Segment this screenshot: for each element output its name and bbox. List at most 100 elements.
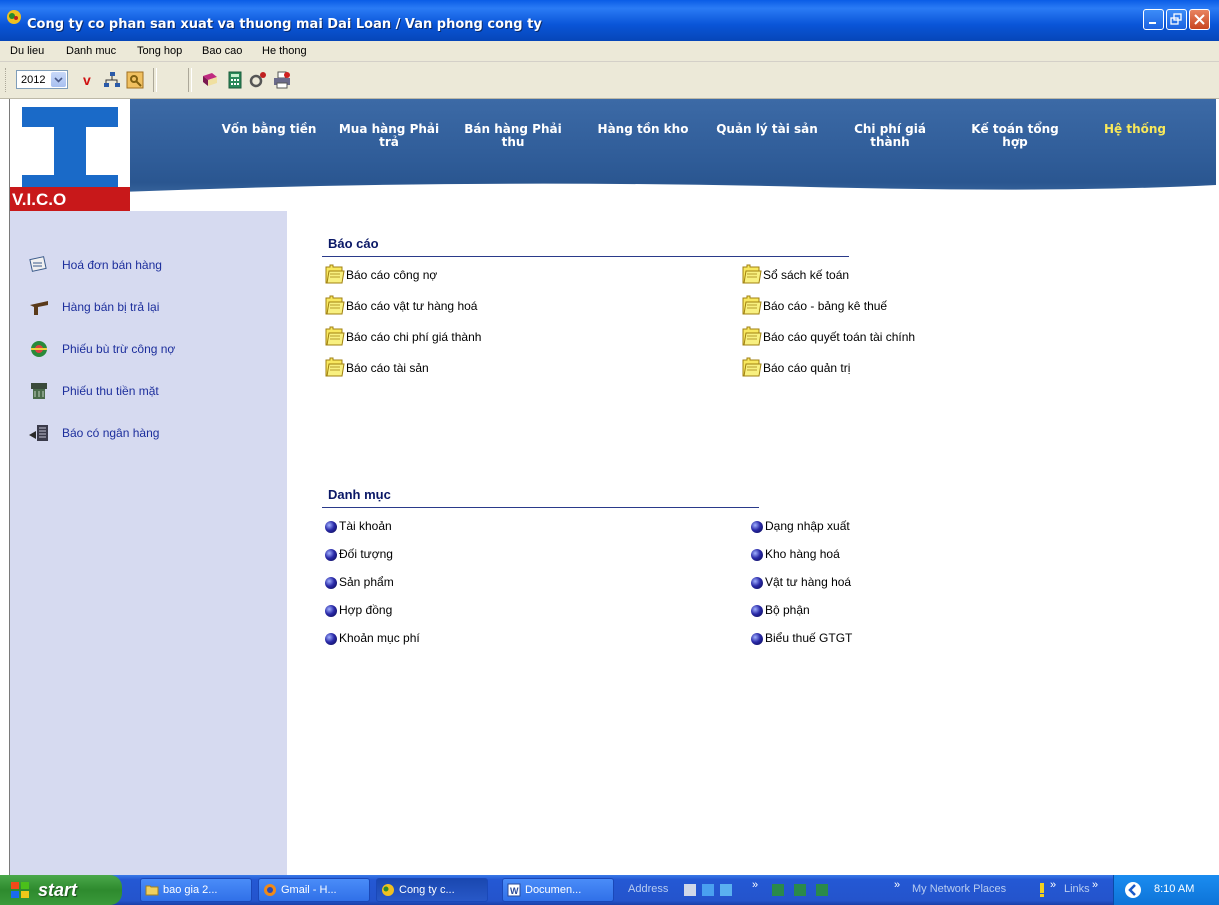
catalog-label: Sản phẩm	[339, 575, 394, 589]
report-label: Báo cáo quản trị	[763, 361, 851, 375]
menu-du-lieu[interactable]: Du lieu	[10, 45, 44, 57]
bullet-icon	[751, 577, 763, 589]
catalog-label: Biểu thuế GTGT	[765, 631, 853, 645]
close-icon	[1194, 14, 1205, 25]
catalog-label: Kho hàng hoá	[765, 547, 840, 561]
chevron-down-icon[interactable]	[51, 72, 66, 87]
cash-receipt-icon	[31, 383, 47, 399]
toolbar-separator	[188, 68, 192, 92]
svg-text:v: v	[83, 72, 91, 88]
bank-credit-icon	[29, 425, 48, 441]
report-folder-icon	[325, 264, 345, 284]
offset-icon	[31, 341, 47, 357]
report-label: Báo cáo quyết toán tài chính	[763, 330, 916, 344]
network-icon[interactable]	[102, 70, 122, 90]
bullet-icon	[325, 577, 337, 589]
exclamation-icon[interactable]	[1036, 882, 1048, 898]
year-select[interactable]: 2012	[16, 70, 68, 89]
chevron-expand-icon[interactable]: »	[894, 879, 900, 891]
close-button[interactable]	[1189, 9, 1210, 30]
app-icon	[382, 884, 394, 896]
toolbar: 2012 v	[0, 62, 1219, 99]
book-icon[interactable]	[200, 70, 220, 90]
task-document[interactable]: W Documen...	[502, 878, 614, 902]
nav-quan-ly-tai-san[interactable]: Quản lý tài sản	[710, 123, 824, 136]
reports-divider	[322, 256, 849, 257]
nav-chi-phi-gia-thanh[interactable]: Chi phí giá thành	[842, 123, 938, 149]
task-gmail[interactable]: Gmail - H...	[258, 878, 370, 902]
nav-ban-hang-phai-thu[interactable]: Bán hàng Phải thu	[458, 123, 568, 149]
bullet-icon	[325, 521, 337, 533]
menu-he-thong[interactable]: He thong	[262, 45, 307, 57]
catalog-label: Hợp đồng	[339, 603, 393, 617]
report-label: Báo cáo vật tư hàng hoá	[346, 299, 478, 313]
chevron-expand-icon[interactable]: »	[1092, 879, 1098, 891]
nav-he-thong[interactable]: Hệ thống	[1090, 123, 1180, 136]
menu-tong-hop[interactable]: Tong hop	[137, 45, 182, 57]
window-title: Cong ty co phan san xuat va thuong mai D…	[27, 17, 542, 32]
chevron-expand-icon[interactable]: »	[752, 879, 758, 891]
catalog-label: Dạng nhập xuất	[765, 519, 850, 533]
catalog-label: Tài khoản	[339, 519, 392, 533]
start-button[interactable]: start	[0, 875, 122, 905]
address-label[interactable]: Address	[628, 883, 668, 895]
folder-icon	[145, 885, 159, 896]
vico-logo: V.I.C.O	[10, 99, 130, 211]
toolbar-grip[interactable]	[5, 68, 9, 92]
word-icon: W	[507, 883, 521, 897]
year-value: 2012	[21, 74, 46, 86]
nav-von-bang-tien[interactable]: Vốn bằng tiền	[216, 123, 322, 136]
report-folder-icon	[742, 295, 762, 315]
task-bao-gia[interactable]: bao gia 2...	[140, 878, 252, 902]
calculator-icon[interactable]	[225, 70, 245, 90]
bullet-icon	[325, 605, 337, 617]
nav-hang-ton-kho[interactable]: Hàng tồn kho	[588, 123, 698, 136]
catalog-divider	[322, 507, 759, 508]
menu-bao-cao[interactable]: Bao cao	[202, 45, 242, 57]
quick-launch-icons[interactable]	[682, 882, 742, 898]
printer-icon[interactable]	[272, 70, 292, 90]
report-folder-icon	[325, 295, 345, 315]
nav-ke-toan-tong-hop[interactable]: Kế toán tổng hợp	[960, 123, 1070, 149]
bullet-icon	[751, 549, 763, 561]
report-label: Báo cáo chi phí giá thành	[346, 330, 482, 344]
report-folder-icon	[742, 326, 762, 346]
network-places-link[interactable]: My Network Places	[912, 883, 1006, 895]
menu-danh-muc[interactable]: Danh muc	[66, 45, 116, 57]
catalog-label: Bộ phận	[765, 603, 810, 617]
back-arrow-icon[interactable]	[1124, 881, 1142, 899]
v-icon[interactable]: v	[79, 70, 99, 90]
report-folder-icon	[742, 264, 762, 284]
menu-bar: Du lieu Danh muc Tong hop Bao cao He tho…	[0, 41, 1219, 62]
app-icon	[7, 10, 21, 24]
minimize-button[interactable]	[1143, 9, 1164, 30]
maximize-button[interactable]	[1166, 9, 1187, 30]
logo-text: V.I.C.O	[12, 190, 67, 209]
taskbar: start bao gia 2... Gmail - H... Cong ty …	[0, 875, 1219, 905]
bullet-icon	[751, 633, 763, 645]
links-label[interactable]: Links	[1064, 883, 1090, 895]
window-title-bar[interactable]: Cong ty co phan san xuat va thuong mai D…	[0, 0, 1219, 41]
clock: 8:10 AM	[1154, 883, 1195, 895]
app-content: V.I.C.O Vốn bằng tiền Mua hàng Phải trả …	[9, 99, 1216, 875]
toolbar-separator	[153, 68, 157, 92]
windows-logo-icon	[11, 882, 29, 898]
system-tray: 8:10 AM	[1113, 875, 1219, 905]
firefox-icon	[264, 884, 276, 896]
excel-icons[interactable]	[770, 882, 882, 898]
bullet-icon	[751, 605, 763, 617]
task-cong-ty[interactable]: Cong ty c...	[376, 878, 488, 902]
report-folder-icon	[325, 357, 345, 377]
report-label: Báo cáo công nợ	[346, 268, 438, 282]
reports-title: Báo cáo	[328, 236, 379, 251]
key-icon[interactable]	[125, 70, 145, 90]
chevron-expand-icon[interactable]: »	[1050, 879, 1056, 891]
bullet-icon	[751, 521, 763, 533]
nav-mua-hang-phai-tra[interactable]: Mua hàng Phải trả	[334, 123, 444, 149]
report-label: Báo cáo - bảng kê thuế	[763, 299, 888, 313]
sidebar: Hoá đơn bán hàng Hàng bán bị trả lại Phi…	[10, 211, 287, 875]
bullet-icon	[325, 549, 337, 561]
tools-icon[interactable]	[248, 70, 268, 90]
minimize-icon	[1149, 22, 1156, 24]
catalog-label: Vật tư hàng hoá	[765, 575, 852, 589]
